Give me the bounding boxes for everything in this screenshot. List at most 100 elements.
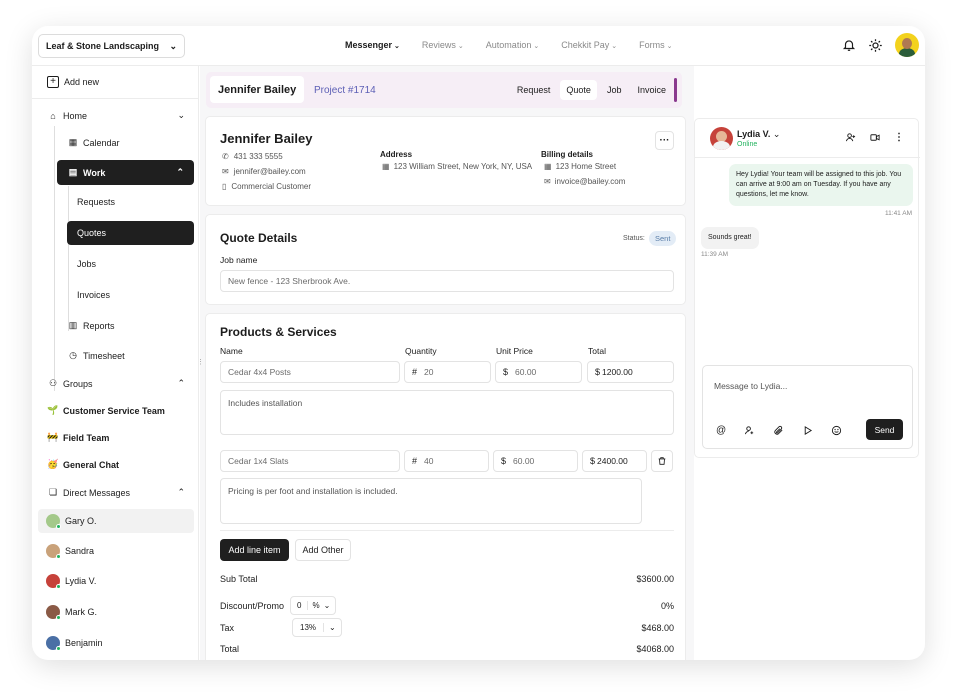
more-horizontal-icon: ··· <box>659 135 670 146</box>
status-label: Status: <box>623 235 645 242</box>
tax-rate-select[interactable]: 13% ⌄ <box>292 618 342 637</box>
briefcase-icon: ▤ <box>68 167 78 177</box>
more-vertical-icon[interactable]: ⋮ <box>894 132 904 143</box>
item-note-textarea[interactable]: Pricing is per foot and installation is … <box>220 478 642 524</box>
customer-email[interactable]: ✉ jennifer@bailey.com <box>222 167 306 176</box>
message-input[interactable]: Message to Lydia... <box>714 381 787 391</box>
job-name-input[interactable]: New fence - 123 Sherbrook Ave. <box>220 270 674 292</box>
composer-tools: @ <box>716 425 842 436</box>
sidebar-item-requests[interactable]: Requests <box>77 197 115 207</box>
sidebar-item-direct-messages[interactable]: ❏ Direct Messages ⌃ <box>47 487 185 498</box>
quote-details-card: Quote Details Status: Sent Job name New … <box>205 214 686 305</box>
nav-messenger[interactable]: Messenger ⌄ <box>345 40 400 50</box>
video-icon[interactable] <box>869 132 881 143</box>
top-bar: Leaf & Stone Landscaping ⌄ Messenger ⌄ Re… <box>32 26 925 66</box>
user-avatar[interactable] <box>895 33 919 57</box>
customer-name: Jennifer Bailey <box>220 131 313 146</box>
dm-lydia[interactable]: Lydia V. <box>38 569 194 593</box>
send-button[interactable]: Send <box>866 419 903 440</box>
sidebar-item-invoices[interactable]: Invoices <box>77 290 110 300</box>
chat-contact-name[interactable]: Lydia V. ⌄ <box>737 129 780 140</box>
dm-name: Mark G. <box>65 607 98 617</box>
bell-icon[interactable] <box>842 38 856 52</box>
sidebar-item-jobs[interactable]: Jobs <box>77 259 96 269</box>
plus-square-icon: + <box>47 76 59 88</box>
chevron-down-icon: ⌄ <box>666 43 673 50</box>
add-new-label: Add new <box>64 77 100 87</box>
item-total-input[interactable]: $1200.00 <box>587 361 674 383</box>
item-qty-input[interactable]: #40 <box>404 450 489 472</box>
add-user-icon[interactable] <box>845 132 856 143</box>
col-total: Total <box>588 346 606 356</box>
quote-details-title: Quote Details <box>220 231 298 245</box>
avatar <box>46 636 61 651</box>
more-options-button[interactable]: ··· <box>655 131 674 150</box>
nav-automation[interactable]: Automation ⌄ <box>486 40 539 50</box>
dm-benjamin[interactable]: Benjamin <box>38 631 194 655</box>
item-price-input[interactable]: $60.00 <box>495 361 582 383</box>
resize-handle[interactable]: ⋮ <box>197 358 204 366</box>
tab-quote[interactable]: Quote <box>560 80 597 100</box>
item-name-input[interactable]: Cedar 4x4 Posts <box>220 361 400 383</box>
tab-invoice[interactable]: Invoice <box>631 80 672 100</box>
dm-gary[interactable]: Gary O. <box>38 509 194 533</box>
group-customer-service[interactable]: 🌱 Customer Service Team <box>47 405 165 416</box>
tab-job[interactable]: Job <box>601 80 628 100</box>
top-nav: Messenger ⌄ Reviews ⌄ Automation ⌄ Chekkit … <box>345 40 672 50</box>
add-other-button[interactable]: Add Other <box>295 539 351 561</box>
app-window: Leaf & Stone Landscaping ⌄ Messenger ⌄ Re… <box>32 26 925 660</box>
sidebar-item-reports[interactable]: ▥ Reports <box>67 320 115 331</box>
item-note-textarea[interactable]: Includes installation <box>220 390 674 435</box>
mention-icon[interactable]: @ <box>716 425 726 436</box>
customer-address: ▦ 123 William Street, New York, NY, USA <box>382 162 533 171</box>
chevron-down-icon: ⌄ <box>329 623 336 632</box>
sidebar-item-groups[interactable]: ⚇ Groups ⌃ <box>47 378 185 389</box>
group-field-team[interactable]: 🚧 Field Team <box>47 432 109 443</box>
sun-icon[interactable] <box>868 38 883 53</box>
item-total-input[interactable]: $2400.00 <box>582 450 647 472</box>
billing-email[interactable]: ✉ invoice@bailey.com <box>544 177 625 186</box>
nav-forms[interactable]: Forms ⌄ <box>639 40 672 50</box>
play-icon[interactable] <box>802 425 813 436</box>
address-label: Address <box>380 150 413 159</box>
discount-input[interactable]: 0 % ⌄ <box>290 596 337 615</box>
nav-chekkit-pay[interactable]: Chekkit Pay ⌄ <box>561 40 617 50</box>
item-price-input[interactable]: $60.00 <box>493 450 578 472</box>
dm-sandra[interactable]: Sandra <box>38 539 194 563</box>
building-icon: ▦ <box>544 162 552 171</box>
company-selector[interactable]: Leaf & Stone Landscaping ⌄ <box>38 34 185 58</box>
message-time: 11:41 AM <box>885 210 912 217</box>
col-name: Name <box>220 346 243 356</box>
discount-row: Discount/Promo 0 % ⌄ 0% <box>220 596 674 615</box>
chat-panel: Lydia V. ⌄ Online ⋮ Hey Lydia! Your team… <box>694 118 920 458</box>
dollar-icon: $ <box>595 367 601 377</box>
project-link[interactable]: Project #1714 <box>314 85 376 96</box>
dm-mark[interactable]: Mark G. <box>38 600 194 624</box>
sidebar-item-work[interactable]: ▤ Work ⌃ <box>57 160 194 185</box>
tab-request[interactable]: Request <box>511 80 557 100</box>
mail-icon: ✉ <box>544 177 551 186</box>
tabs: Request Quote Job Invoice <box>511 80 672 100</box>
delete-item-button[interactable] <box>651 450 673 472</box>
item-name-input[interactable]: Cedar 1x4 Slats <box>220 450 400 472</box>
assign-user-icon[interactable] <box>744 425 755 436</box>
add-new-button[interactable]: + Add new <box>47 76 99 88</box>
sidebar-item-quotes[interactable]: Quotes <box>67 221 194 245</box>
work-label: Work <box>83 167 106 178</box>
hash-icon: # <box>412 367 418 377</box>
hash-icon: # <box>412 456 418 466</box>
item-qty-input[interactable]: #20 <box>404 361 491 383</box>
add-line-item-button[interactable]: Add line item <box>220 539 289 561</box>
avatar <box>46 605 61 620</box>
chevron-down-icon: ⌄ <box>611 43 618 50</box>
building-icon: ▦ <box>382 162 390 171</box>
clock-icon: ◷ <box>69 350 77 360</box>
dm-label: Direct Messages <box>63 487 131 498</box>
sidebar-item-calendar[interactable]: ▦ Calendar <box>67 137 120 148</box>
paperclip-icon[interactable] <box>773 425 784 436</box>
group-general-chat[interactable]: 🥳 General Chat <box>47 459 119 470</box>
emoji-icon[interactable] <box>831 425 842 436</box>
nav-reviews[interactable]: Reviews ⌄ <box>422 40 464 50</box>
sidebar-item-timesheet[interactable]: ◷ Timesheet <box>67 350 125 361</box>
sidebar-item-home[interactable]: ⌂ Home ⌄ <box>47 110 185 121</box>
